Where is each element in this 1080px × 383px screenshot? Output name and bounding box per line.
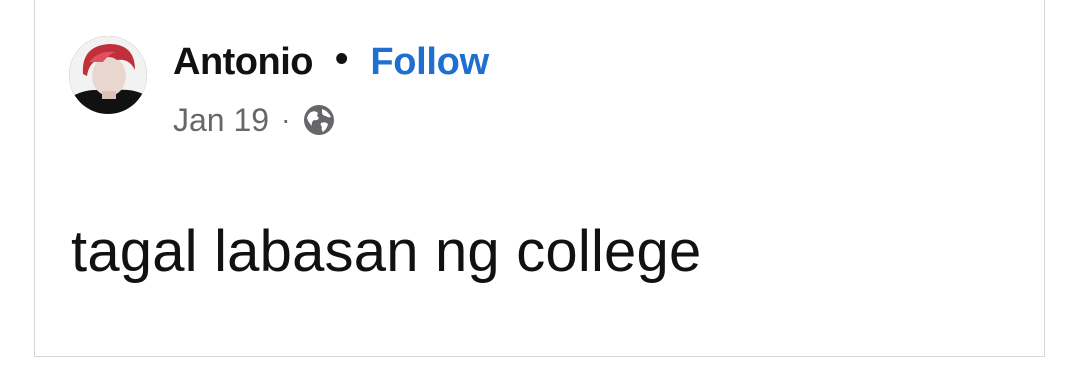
author-avatar[interactable] [69,36,147,114]
meta-separator: · [281,104,291,135]
post-card: Antonio • Follow Jan 19 · tagal labasan … [34,0,1045,357]
post-body-text: tagal labasan ng college [71,219,702,284]
header-separator: • [335,38,349,80]
globe-icon[interactable] [302,103,336,137]
post-meta: Jan 19 · [173,100,336,140]
post-header: Antonio • Follow [173,38,489,86]
follow-button[interactable]: Follow [370,41,489,84]
author-name[interactable]: Antonio [173,41,314,84]
avatar-image [69,36,147,114]
post-date[interactable]: Jan 19 [173,102,269,139]
